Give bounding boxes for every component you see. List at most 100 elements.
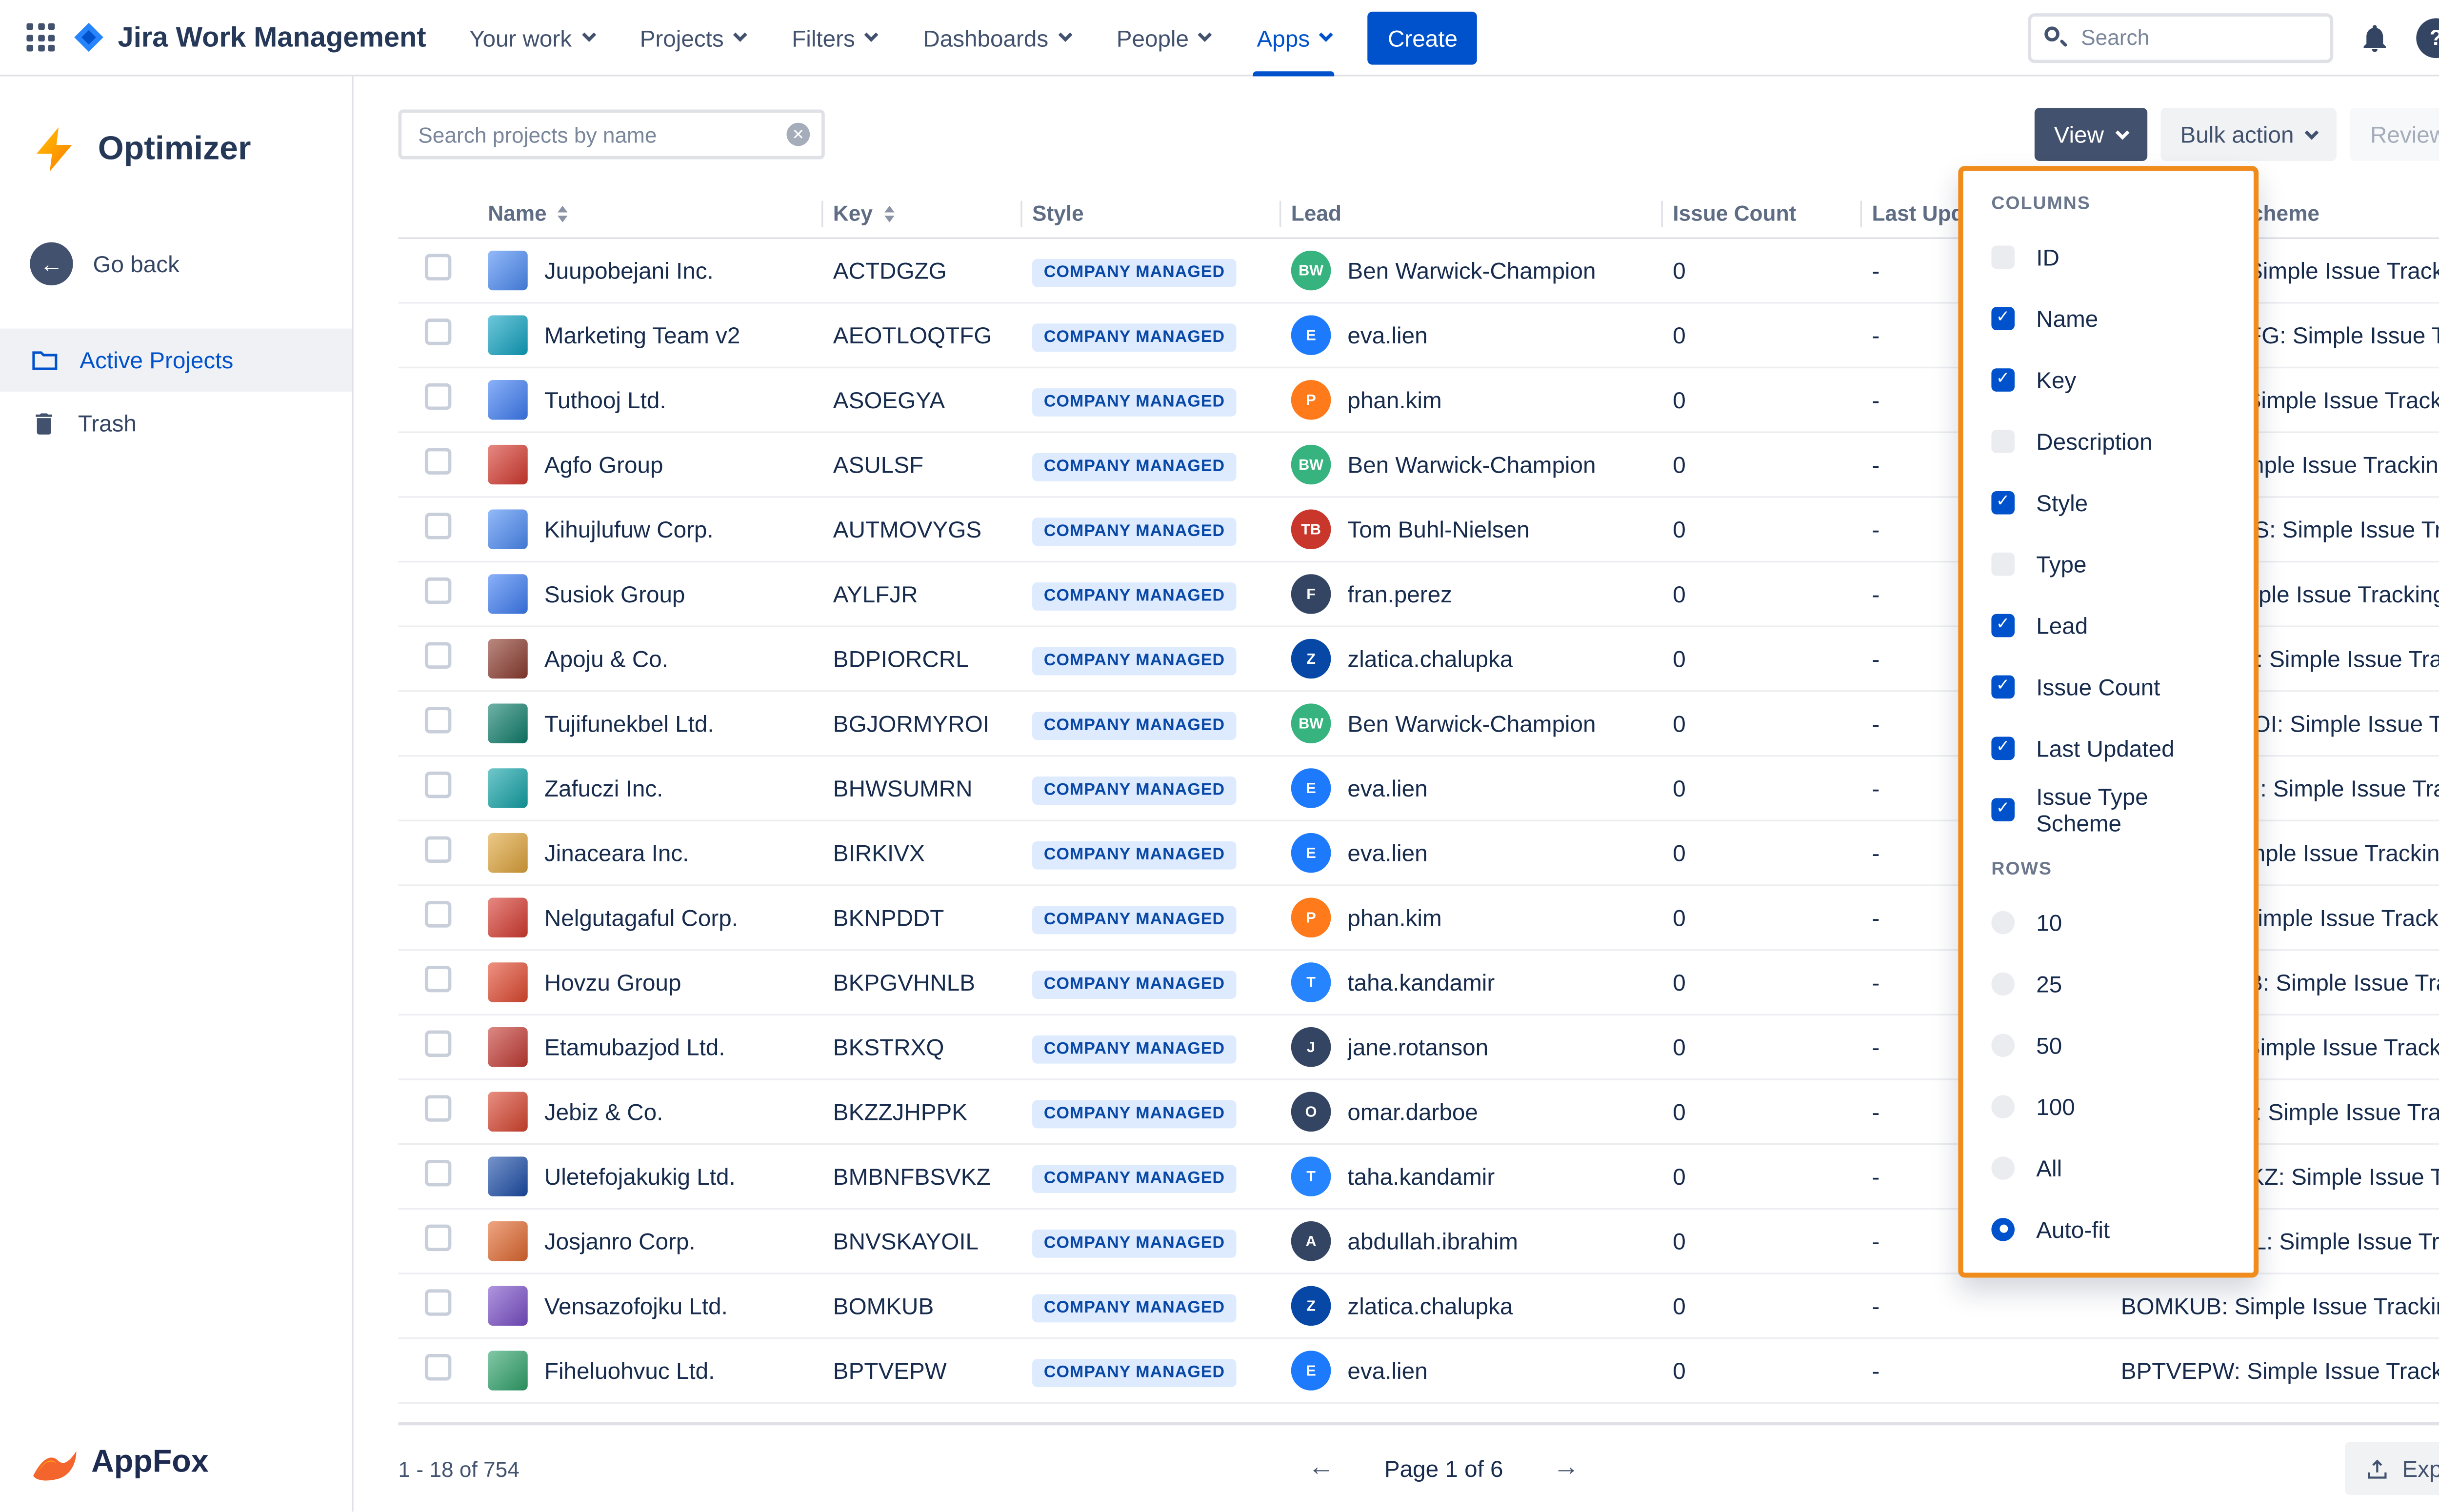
notifications-icon[interactable] [2355, 18, 2395, 58]
row-checkbox[interactable] [425, 318, 451, 344]
column-option-last-updated[interactable]: Last Updated [1963, 717, 2254, 778]
project-name[interactable]: Susiok Group [544, 581, 685, 607]
project-key: ASULSF [833, 451, 1032, 477]
sidebar-item-active-projects[interactable]: Active Projects [0, 329, 352, 392]
row-checkbox[interactable] [425, 1159, 451, 1185]
header-style[interactable]: Style [1032, 189, 1291, 238]
issue-count: 0 [1673, 1357, 1872, 1384]
column-option-issue-count[interactable]: Issue Count [1963, 656, 2254, 717]
rows-option-auto-fit[interactable]: Auto-fit [1963, 1198, 2254, 1259]
row-checkbox[interactable] [425, 1289, 451, 1315]
rows-option-25[interactable]: 25 [1963, 953, 2254, 1014]
column-option-key[interactable]: Key [1963, 348, 2254, 410]
project-name[interactable]: Jebiz & Co. [544, 1098, 663, 1125]
project-name[interactable]: Hovzu Group [544, 969, 681, 995]
nav-apps[interactable]: Apps [1257, 0, 1331, 76]
bulk-action-dropdown-button[interactable]: Bulk action [2160, 108, 2337, 161]
column-option-style[interactable]: Style [1963, 471, 2254, 533]
nav-filters[interactable]: Filters [792, 0, 877, 76]
column-option-id[interactable]: ID [1963, 226, 2254, 287]
nav-your-work[interactable]: Your work [469, 0, 593, 76]
go-back-button[interactable]: ← Go back [0, 242, 352, 285]
view-options-panel: COLUMNS ID Name Key Description Style Ty… [1958, 166, 2259, 1277]
export-button[interactable]: Export [2344, 1442, 2439, 1495]
issue-count: 0 [1673, 1034, 1872, 1060]
project-name[interactable]: Agfo Group [544, 451, 663, 477]
row-checkbox[interactable] [425, 706, 451, 733]
column-option-name[interactable]: Name [1963, 287, 2254, 349]
row-checkbox[interactable] [425, 1030, 451, 1056]
rows-option-50[interactable]: 50 [1963, 1014, 2254, 1075]
lead-avatar: F [1291, 574, 1331, 614]
row-checkbox[interactable] [425, 382, 451, 409]
nav-projects[interactable]: Projects [640, 0, 745, 76]
project-name[interactable]: Kihujlufuw Corp. [544, 516, 714, 542]
row-checkbox[interactable] [425, 253, 451, 279]
row-checkbox[interactable] [425, 447, 451, 474]
row-checkbox[interactable] [425, 900, 451, 927]
project-name[interactable]: Tuthooj Ltd. [544, 387, 666, 413]
lead-name: fran.perez [1347, 581, 1452, 607]
project-name[interactable]: Tujifunekbel Ltd. [544, 710, 714, 736]
project-name[interactable]: Nelgutagaful Corp. [544, 904, 738, 931]
review-changes-button[interactable]: Review changes [2350, 108, 2439, 161]
column-option-lead[interactable]: Lead [1963, 594, 2254, 656]
row-checkbox[interactable] [425, 1353, 451, 1379]
row-checkbox[interactable] [425, 577, 451, 603]
header-key[interactable]: Key [833, 189, 1032, 238]
row-checkbox[interactable] [425, 965, 451, 991]
project-name[interactable]: Zafuczi Inc. [544, 775, 663, 801]
nav-dashboards[interactable]: Dashboards [923, 0, 1070, 76]
column-option-type[interactable]: Type [1963, 533, 2254, 594]
result-range: 1 - 18 of 754 [398, 1456, 519, 1481]
rows-option-all[interactable]: All [1963, 1136, 2254, 1198]
row-checkbox[interactable] [425, 771, 451, 797]
row-checkbox[interactable] [425, 641, 451, 668]
project-name[interactable]: Vensazofojku Ltd. [544, 1293, 728, 1319]
folder-icon [30, 345, 60, 375]
view-dropdown-button[interactable]: View [2034, 108, 2147, 161]
row-checkbox[interactable] [425, 1224, 451, 1250]
project-name[interactable]: Jinaceara Inc. [544, 839, 689, 866]
app-switcher-icon[interactable] [26, 23, 55, 52]
rows-option-10[interactable]: 10 [1963, 891, 2254, 953]
chevron-down-icon [1319, 28, 1334, 42]
next-page-icon[interactable]: → [1553, 1453, 1579, 1483]
project-avatar [488, 1286, 528, 1326]
jira-brand[interactable]: Jira Work Management [71, 20, 426, 55]
column-option-issue-type-scheme[interactable]: Issue Type Scheme [1963, 778, 2254, 840]
checkbox-icon [1991, 306, 2015, 330]
project-name[interactable]: Josjanro Corp. [544, 1228, 696, 1254]
radio-icon [1991, 1217, 2015, 1240]
project-search-input[interactable] [398, 110, 824, 159]
column-option-description[interactable]: Description [1963, 410, 2254, 471]
nav-people[interactable]: People [1117, 0, 1211, 76]
row-checkbox[interactable] [425, 836, 451, 862]
issue-count: 0 [1673, 322, 1872, 348]
rows-option-100[interactable]: 100 [1963, 1075, 2254, 1136]
row-checkbox[interactable] [425, 512, 451, 538]
nav-label: Apps [1257, 24, 1310, 50]
project-name[interactable]: Fiheluohvuc Ltd. [544, 1357, 715, 1384]
project-name[interactable]: Marketing Team v2 [544, 322, 740, 348]
project-key: BKZZJHPPK [833, 1098, 1032, 1125]
create-button[interactable]: Create [1368, 11, 1478, 64]
global-search-input[interactable] [2028, 13, 2333, 62]
issue-count: 0 [1673, 839, 1872, 866]
prev-page-icon[interactable]: ← [1308, 1453, 1334, 1483]
project-name[interactable]: Uletefojakukig Ltd. [544, 1163, 736, 1190]
style-badge: COMPANY MANAGED [1032, 1358, 1237, 1387]
issue-count: 0 [1673, 710, 1872, 736]
last-updated: - [1872, 1293, 2120, 1319]
clear-search-icon[interactable]: ✕ [787, 123, 810, 146]
header-issue-count[interactable]: Issue Count [1673, 189, 1872, 238]
header-lead[interactable]: Lead [1291, 189, 1673, 238]
header-name[interactable]: Name [488, 189, 833, 238]
project-name[interactable]: Juupobejani Inc. [544, 257, 714, 283]
project-name[interactable]: Apoju & Co. [544, 645, 668, 672]
row-checkbox[interactable] [425, 1094, 451, 1121]
project-avatar [488, 833, 528, 873]
project-name[interactable]: Etamubazjod Ltd. [544, 1034, 725, 1060]
help-icon[interactable]: ? [2416, 18, 2439, 58]
sidebar-item-trash[interactable]: Trash [0, 392, 352, 455]
